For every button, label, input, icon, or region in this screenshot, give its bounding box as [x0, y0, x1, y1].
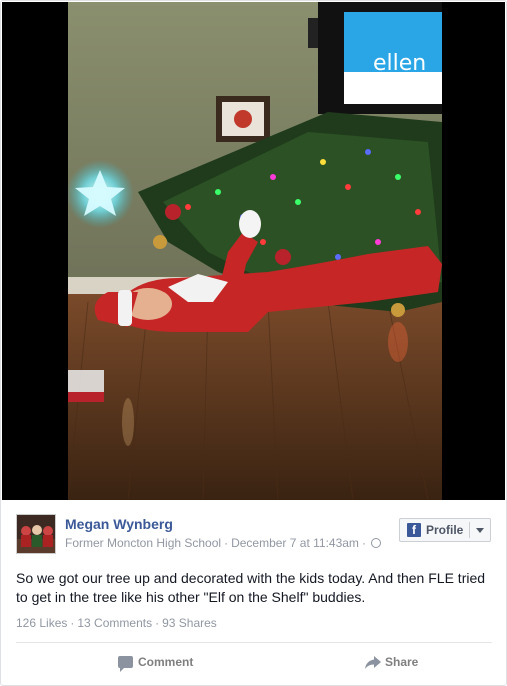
button-divider: [469, 522, 470, 538]
meta-separator: ·: [224, 536, 229, 550]
comment-button[interactable]: Comment: [118, 655, 194, 672]
comment-bubble-icon: [118, 656, 133, 672]
post-photo-frame[interactable]: ellen: [2, 2, 505, 500]
avatar-image: [17, 515, 55, 553]
photo-elf-in-christmas-tree: ellen: [68, 2, 442, 500]
facebook-post-card: ellen Megan Wynberg Former Moncton High …: [0, 0, 507, 686]
shares-count-link[interactable]: 93 Shares: [162, 616, 217, 630]
post-meta: Former Moncton High School · December 7 at…: [65, 536, 381, 550]
post-photo[interactable]: ellen: [68, 2, 442, 500]
profile-button-label: Profile: [426, 523, 464, 537]
facebook-f-icon: f: [407, 523, 421, 537]
stats-separator: ·: [155, 616, 160, 630]
share-button-label: Share: [385, 655, 419, 669]
author-school-link[interactable]: Former Moncton High School: [65, 536, 221, 550]
tv-logo-text: ellen: [373, 51, 426, 76]
post-text: So we got our tree up and decorated with…: [16, 570, 486, 605]
globe-icon[interactable]: [370, 538, 381, 548]
share-button[interactable]: Share: [365, 655, 418, 669]
likes-count-link[interactable]: 126 Likes: [16, 616, 67, 630]
author-name-link[interactable]: Megan Wynberg: [65, 516, 173, 532]
stats-separator: ·: [70, 616, 75, 630]
post-timestamp-link[interactable]: December 7 at 11:43am: [231, 536, 359, 550]
comment-button-label: Comment: [138, 655, 194, 669]
post-stats: 126 Likes · 13 Comments · 93 Shares: [16, 616, 217, 630]
meta-separator: ·: [361, 536, 366, 550]
comments-count-link[interactable]: 13 Comments: [77, 616, 152, 630]
share-arrow-icon: [365, 655, 381, 669]
profile-button[interactable]: f Profile: [399, 518, 491, 542]
chevron-down-icon[interactable]: [476, 528, 484, 533]
author-avatar[interactable]: [16, 514, 56, 554]
actions-divider: [16, 642, 492, 643]
